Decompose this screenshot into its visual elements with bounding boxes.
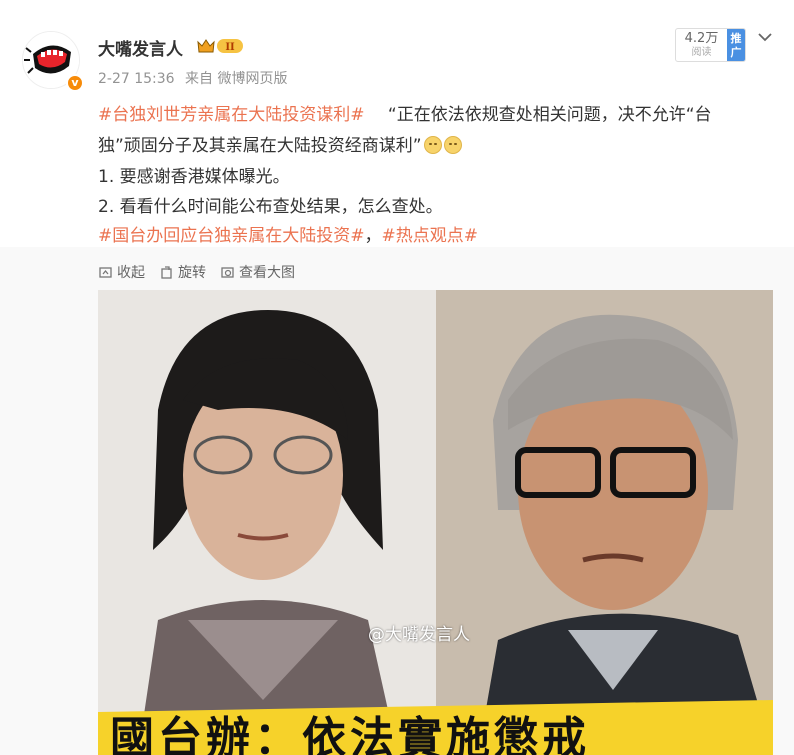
- post-image[interactable]: [98, 290, 773, 755]
- media-actions: 收起 旋转 查看大图: [98, 262, 295, 282]
- hashtag-link[interactable]: #国台办回应台独亲属在大陆投资#: [98, 226, 365, 246]
- read-count: 4.2万 阅读: [676, 29, 727, 61]
- praying-emoji-icon: [423, 136, 442, 154]
- post-text-line-5: #国台办回应台独亲属在大陆投资#，#热点观点#: [98, 221, 478, 246]
- post-source: 来自 微博网页版: [185, 71, 288, 87]
- post-text-line-4: 2. 看看什么时间能公布查处结果，怎么查处。: [98, 197, 443, 217]
- view-large-button[interactable]: 查看大图: [220, 262, 295, 282]
- weibo-post: v 大嘴发言人 II 2-27 15:36 来自 微博网页版 4.2万 阅读 推…: [0, 0, 794, 755]
- collapse-icon: [99, 266, 112, 278]
- image-banner-text: 國台辦：依法實施懲戒: [110, 713, 590, 755]
- quote-text: “正在依法依规查处相关问题，决不允许“台: [387, 105, 712, 125]
- chevron-down-icon[interactable]: [756, 30, 774, 44]
- read-count-number: 4.2万: [684, 31, 719, 46]
- author-name[interactable]: 大嘴发言人: [98, 35, 183, 60]
- read-count-box[interactable]: 4.2万 阅读 推广: [675, 28, 746, 62]
- vip-level: II: [225, 42, 235, 53]
- photo-illustration: [98, 290, 773, 755]
- collapse-button[interactable]: 收起: [98, 262, 145, 282]
- quote-text-cont: 独”顽固分子及其亲属在大陆投资经商谋利”: [98, 136, 422, 156]
- promote-button[interactable]: 推广: [727, 29, 745, 61]
- vip-crown-icon[interactable]: II: [197, 37, 245, 55]
- hashtag-link[interactable]: #台独刘世芳亲属在大陆投资谋利#: [98, 105, 365, 125]
- post-text-line-3: 1. 要感谢香港媒体曝光。: [98, 167, 290, 187]
- collapse-label: 收起: [117, 265, 145, 281]
- rotate-icon: [161, 265, 172, 279]
- post-text-line-1: #台独刘世芳亲属在大陆投资谋利# “正在依法依规查处相关问题，决不允许“台: [98, 100, 712, 125]
- post-text-line-2: 独”顽固分子及其亲属在大陆投资经商谋利”: [98, 131, 462, 156]
- magnify-image-icon: [221, 266, 234, 278]
- hashtag-link[interactable]: #热点观点#: [382, 226, 479, 246]
- rotate-button[interactable]: 旋转: [159, 262, 206, 282]
- read-count-label: 阅读: [691, 47, 712, 58]
- view-large-label: 查看大图: [239, 265, 295, 281]
- verified-badge-icon: v: [66, 74, 84, 92]
- rotate-label: 旋转: [178, 265, 206, 281]
- image-watermark: @大嘴发言人: [368, 625, 470, 645]
- praying-emoji-icon: [443, 136, 462, 154]
- separator: ，: [364, 226, 382, 246]
- post-time[interactable]: 2-27 15:36: [98, 71, 175, 87]
- post-meta: 2-27 15:36 来自 微博网页版: [98, 68, 293, 88]
